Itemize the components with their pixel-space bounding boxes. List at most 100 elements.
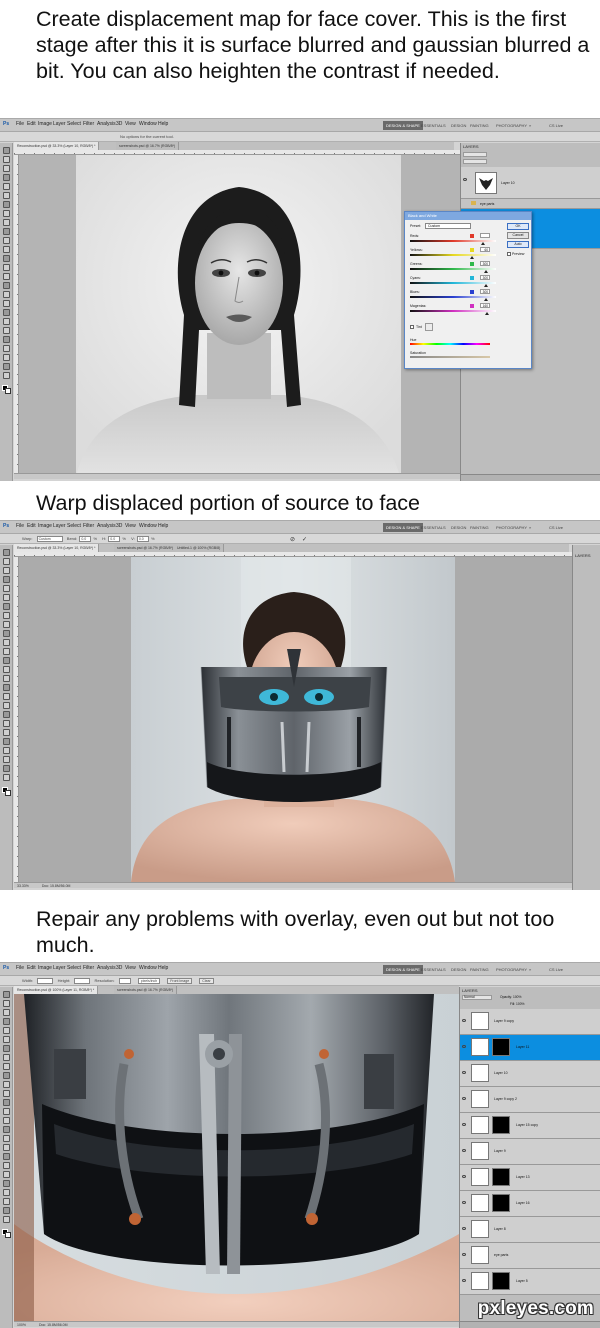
layer-mask-thumbnail[interactable] (492, 1272, 510, 1290)
eye-icon[interactable] (463, 178, 467, 181)
eye-icon[interactable] (462, 1019, 466, 1022)
tool-icon[interactable] (3, 210, 10, 217)
canvas-area[interactable] (14, 994, 459, 1321)
tab-reconstruction[interactable]: Reconstruction.psd @ 33.3% (Layer 10, RG… (14, 142, 100, 150)
workspace-design-shape[interactable]: DESIGN & SHAPE (383, 523, 423, 532)
front-image-button[interactable]: Front Image (167, 977, 193, 984)
tool-icon[interactable] (3, 156, 10, 163)
tool-icon[interactable] (3, 318, 10, 325)
menu-window[interactable]: Window (139, 121, 157, 127)
workspace-design-shape[interactable]: DESIGN & SHAPE (383, 965, 423, 974)
tool-icon[interactable] (3, 219, 10, 226)
tool-icon[interactable] (3, 1126, 10, 1133)
slider-knob[interactable] (481, 242, 485, 245)
slider-knob[interactable] (484, 284, 488, 287)
tool-icon[interactable] (3, 702, 10, 709)
tool-icon[interactable] (3, 165, 10, 172)
color-slider-row[interactable]: Blues: 300 (410, 289, 502, 302)
slider-knob[interactable] (485, 312, 489, 315)
clear-button[interactable]: Clear (199, 977, 214, 984)
tool-icon[interactable] (3, 1045, 10, 1052)
height-input[interactable] (74, 977, 91, 984)
tool-icon[interactable] (3, 309, 10, 316)
slider-value-input[interactable] (480, 233, 490, 238)
tool-icon[interactable] (3, 273, 10, 280)
menu-file[interactable]: File (16, 121, 24, 127)
menu-ps[interactable]: Ps (3, 523, 9, 529)
cs-live-button[interactable]: CS Live (546, 965, 566, 974)
layer-row[interactable]: Layer 15 copy (460, 1113, 600, 1139)
cancel-button[interactable]: Cancel (507, 232, 529, 239)
color-slider-row[interactable]: Yellows: 60 (410, 247, 502, 260)
slider-track[interactable] (410, 254, 496, 256)
menu-window[interactable]: Window (139, 965, 157, 971)
background-color-swatch[interactable] (5, 388, 11, 394)
tool-icon[interactable] (3, 693, 10, 700)
layer-row[interactable]: Layer 9 (460, 1139, 600, 1165)
menu-ps[interactable]: Ps (3, 965, 9, 971)
opacity-control[interactable]: Opacity: 100% (500, 995, 521, 999)
menu-edit[interactable]: Edit (27, 121, 36, 127)
menu-ps[interactable]: Ps (3, 121, 9, 127)
menu-select[interactable]: Select (67, 121, 81, 127)
menu-layer[interactable]: Layer (53, 965, 66, 971)
tool-icon[interactable] (3, 747, 10, 754)
workspace-essentials[interactable]: ESSENTIALS (418, 121, 449, 130)
workspace-essentials[interactable]: ESSENTIALS (418, 523, 449, 532)
layer-row[interactable]: Layer 13 (460, 1165, 600, 1191)
tool-icon[interactable] (3, 1117, 10, 1124)
menu-view[interactable]: View (125, 523, 136, 529)
eye-icon[interactable] (462, 1175, 466, 1178)
tool-icon[interactable] (3, 264, 10, 271)
tool-icon[interactable] (3, 1144, 10, 1151)
tool-icon[interactable] (3, 192, 10, 199)
tool-icon[interactable] (3, 363, 10, 370)
tool-icon[interactable] (3, 1054, 10, 1061)
tool-icon[interactable] (3, 201, 10, 208)
preview-checkbox[interactable] (507, 252, 511, 256)
tool-icon[interactable] (3, 585, 10, 592)
fill-control[interactable]: Fill: 100% (510, 1002, 524, 1006)
menu-image[interactable]: Image (38, 965, 52, 971)
tab-reconstruction[interactable]: Reconstruction.psd @ 100% (Layer 11, RGB… (14, 986, 99, 994)
eye-icon[interactable] (462, 1253, 466, 1256)
menu-file[interactable]: File (16, 965, 24, 971)
tool-icon[interactable] (3, 1153, 10, 1160)
menu-help[interactable]: Help (158, 121, 168, 127)
slider-value-input[interactable]: 160 (480, 303, 490, 308)
tool-icon[interactable] (3, 1180, 10, 1187)
menu-help[interactable]: Help (158, 965, 168, 971)
tool-icon[interactable] (3, 246, 10, 253)
menu-analysis[interactable]: Analysis (97, 523, 116, 529)
tool-icon[interactable] (3, 1216, 10, 1223)
tool-icon[interactable] (3, 1072, 10, 1079)
layer-mask-thumbnail[interactable] (492, 1116, 510, 1134)
tab-screenshots[interactable]: screenshots.psd @ 16.7% (RGB/8*) (114, 986, 178, 994)
tool-icon[interactable] (3, 549, 10, 556)
menu-image[interactable]: Image (38, 523, 52, 529)
slider-value-input[interactable]: 60 (480, 247, 490, 252)
tool-icon[interactable] (3, 991, 10, 998)
color-slider-row[interactable]: Magentas: 160 (410, 303, 502, 316)
slider-track[interactable] (410, 310, 496, 312)
layer-row[interactable]: Layer 10 (461, 167, 600, 199)
menu-file[interactable]: File (16, 523, 24, 529)
workspace-photography[interactable]: PHOTOGRAPHY (493, 121, 530, 130)
tool-icon[interactable] (3, 228, 10, 235)
menu-edit[interactable]: Edit (27, 523, 36, 529)
tool-icon[interactable] (3, 594, 10, 601)
tool-icon[interactable] (3, 1207, 10, 1214)
slider-knob[interactable] (484, 270, 488, 273)
tool-icon[interactable] (3, 336, 10, 343)
layer-group[interactable]: eye parts (461, 199, 600, 209)
v-distort-input[interactable]: 0.0 (136, 535, 149, 542)
tool-icon[interactable] (3, 756, 10, 763)
workspace-painting[interactable]: PAINTING (467, 523, 492, 532)
eye-icon[interactable] (462, 1279, 466, 1282)
menu-filter[interactable]: Filter (83, 523, 94, 529)
menu-image[interactable]: Image (38, 121, 52, 127)
workspace-design-shape[interactable]: DESIGN & SHAPE (383, 121, 423, 130)
slider-knob[interactable] (470, 256, 474, 259)
menu-view[interactable]: View (125, 121, 136, 127)
tool-icon[interactable] (3, 1198, 10, 1205)
